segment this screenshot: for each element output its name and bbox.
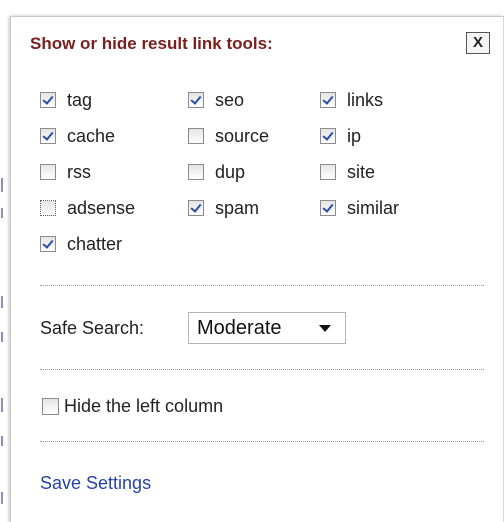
divider	[40, 285, 484, 286]
safe-search-label: Safe Search:	[40, 318, 145, 338]
tool-option-rss[interactable]: rss	[40, 160, 91, 184]
tool-checkbox-source[interactable]	[188, 128, 204, 144]
tool-checkbox-adsense[interactable]	[40, 200, 56, 216]
tool-checkbox-tag[interactable]	[40, 92, 56, 108]
close-icon: X	[472, 34, 483, 51]
tool-label-ip: ip	[347, 125, 362, 146]
safe-search-select[interactable]: Moderate	[188, 312, 346, 344]
tool-label-chatter: chatter	[67, 233, 123, 254]
save-settings-link[interactable]: Save Settings	[40, 473, 151, 494]
tool-option-similar[interactable]: similar	[320, 196, 399, 220]
tool-checkbox-site[interactable]	[320, 164, 336, 180]
tool-checkbox-spam[interactable]	[188, 200, 204, 216]
tool-checkbox-ip[interactable]	[320, 128, 336, 144]
tool-label-links: links	[347, 89, 384, 110]
tool-checkbox-links[interactable]	[320, 92, 336, 108]
tool-option-source[interactable]: source	[188, 124, 269, 148]
tool-option-chatter[interactable]: chatter	[40, 232, 122, 256]
hide-left-column-label: Hide the left column	[64, 396, 224, 416]
divider	[40, 441, 484, 442]
hide-left-column-option[interactable]: Hide the left column	[42, 396, 223, 417]
tool-label-source: source	[215, 125, 270, 146]
tool-label-seo: seo	[215, 89, 245, 110]
tool-label-rss: rss	[67, 161, 91, 182]
tool-label-spam: spam	[215, 197, 260, 218]
tool-option-dup[interactable]: dup	[188, 160, 245, 184]
panel-title: Show or hide result link tools:	[30, 34, 273, 53]
tool-label-similar: similar	[347, 197, 399, 218]
tool-option-adsense[interactable]: adsense	[40, 196, 135, 220]
tool-option-ip[interactable]: ip	[320, 124, 361, 148]
tool-checkbox-dup[interactable]	[188, 164, 204, 180]
page-edge	[0, 0, 6, 522]
tool-checkbox-similar[interactable]	[320, 200, 336, 216]
tool-option-site[interactable]: site	[320, 160, 375, 184]
tool-label-dup: dup	[215, 161, 246, 182]
close-button[interactable]: X	[466, 32, 490, 54]
screenshot-stage: Show or hide result link tools: X tag seo…	[0, 0, 504, 522]
tool-checkbox-chatter[interactable]	[40, 236, 56, 252]
tool-option-links[interactable]: links	[320, 88, 383, 112]
tool-checkbox-cache[interactable]	[40, 128, 56, 144]
tool-option-cache[interactable]: cache	[40, 124, 115, 148]
divider	[40, 369, 484, 370]
tool-option-tag[interactable]: tag	[40, 88, 92, 112]
tool-checkbox-seo[interactable]	[188, 92, 204, 108]
tool-label-site: site	[347, 161, 376, 182]
tool-label-tag: tag	[67, 89, 93, 110]
tool-label-adsense: adsense	[67, 197, 136, 218]
chevron-down-icon	[319, 324, 331, 332]
hide-left-column-checkbox[interactable]	[42, 398, 59, 415]
safe-search-value: Moderate	[197, 316, 282, 339]
tool-option-seo[interactable]: seo	[188, 88, 244, 112]
tool-label-cache: cache	[67, 125, 116, 146]
tool-checkbox-rss[interactable]	[40, 164, 56, 180]
tool-option-spam[interactable]: spam	[188, 196, 259, 220]
